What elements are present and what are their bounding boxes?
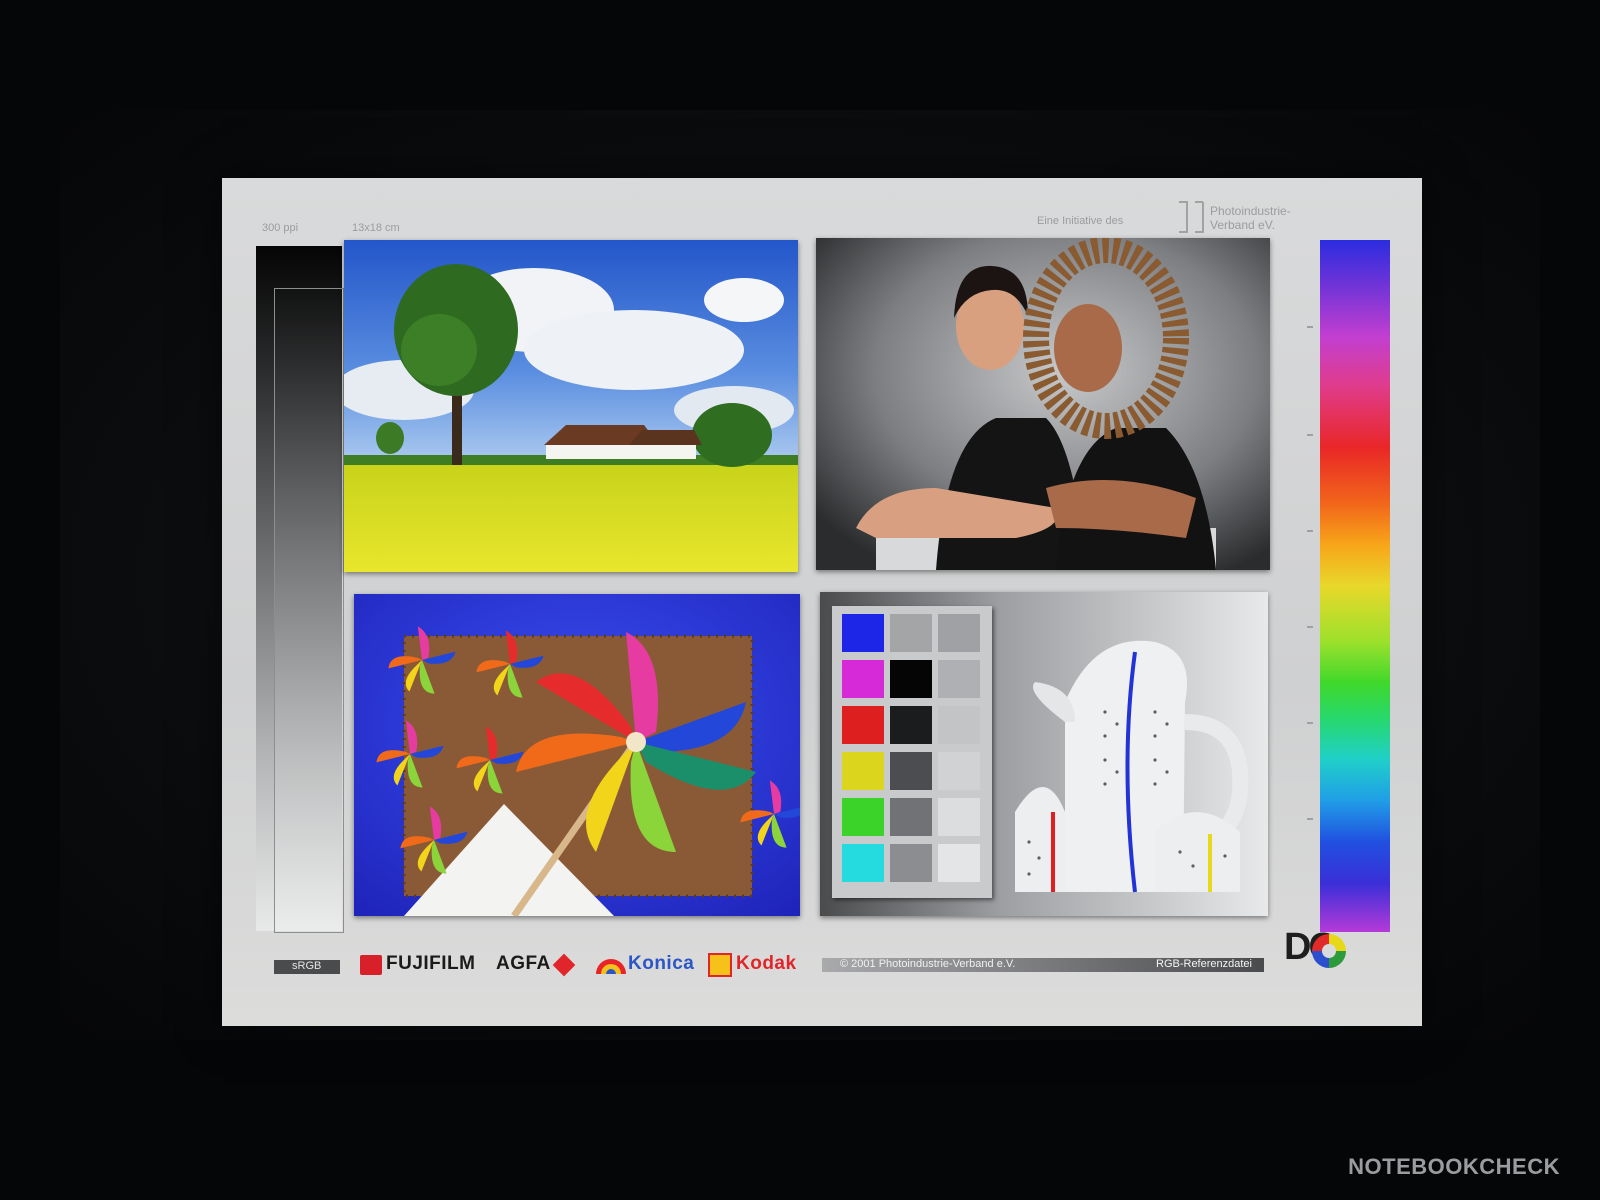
spectrum-tick [1307,626,1313,628]
brand-kodak: Kodak [736,953,797,974]
initiative-label: Eine Initiative des [1037,215,1124,227]
teapot-image [1015,640,1249,893]
pinwheel-image [354,594,800,916]
light-gray-patch [938,660,980,698]
spectrum-tick [1307,326,1313,328]
spectrum-tick [1307,530,1313,532]
spectrum-bar [1320,240,1390,932]
kodak-k-icon [708,953,732,977]
color-patch [842,798,884,836]
srgb-label: sRGB [292,960,322,972]
reference-label: RGB-Referenzdatei [1156,958,1252,970]
color-wheel-icon [1312,934,1346,968]
org-name-line1: Photoindustrie- [1210,204,1291,218]
resolution-label: 300 ppi [262,222,299,234]
light-gray-patch [938,844,980,882]
size-label: 13x18 cm [352,222,400,234]
spectrum-tick [1307,434,1313,436]
teapot-photo [820,592,1268,916]
spectrum-tick [1307,818,1313,820]
color-patch [842,614,884,652]
spectrum-tick [1307,722,1313,724]
dark-gray-patch [890,798,932,836]
color-patch [842,844,884,882]
konica-rainbow-icon [596,959,626,974]
dark-gray-patch [890,752,932,790]
color-patch [842,660,884,698]
color-patch [842,706,884,744]
light-gray-patch [938,706,980,744]
copyright-label: © 2001 Photoindustrie-Verband e.V. [840,958,1016,970]
landscape-photo [344,240,798,572]
dark-gray-patch [890,660,932,698]
gray-ramp-edge [274,288,344,933]
portrait-image [816,238,1270,570]
brand-fujifilm: FUJIFILM [386,953,476,974]
landscape-image [344,240,798,572]
dark-gray-patch [890,614,932,652]
light-gray-patch [938,752,980,790]
test-chart: 300 ppi 13x18 cm Eine Initiative des Pho… [222,178,1422,1026]
light-gray-patch [938,614,980,652]
pinwheel-photo [354,594,800,916]
brand-konica: Konica [628,953,695,974]
org-name-line2: Verband eV. [1210,218,1275,232]
dark-gray-patch [890,706,932,744]
light-gray-patch [938,798,980,836]
fujifilm-icon [360,955,382,975]
portrait-photo [816,238,1270,570]
notebookcheck-watermark: NOTEBOOKCHECK [1348,1154,1560,1179]
brand-agfa: AGFA [496,953,551,974]
dark-gray-patch [890,844,932,882]
agfa-rhombus-icon [552,953,576,977]
color-patch [842,752,884,790]
